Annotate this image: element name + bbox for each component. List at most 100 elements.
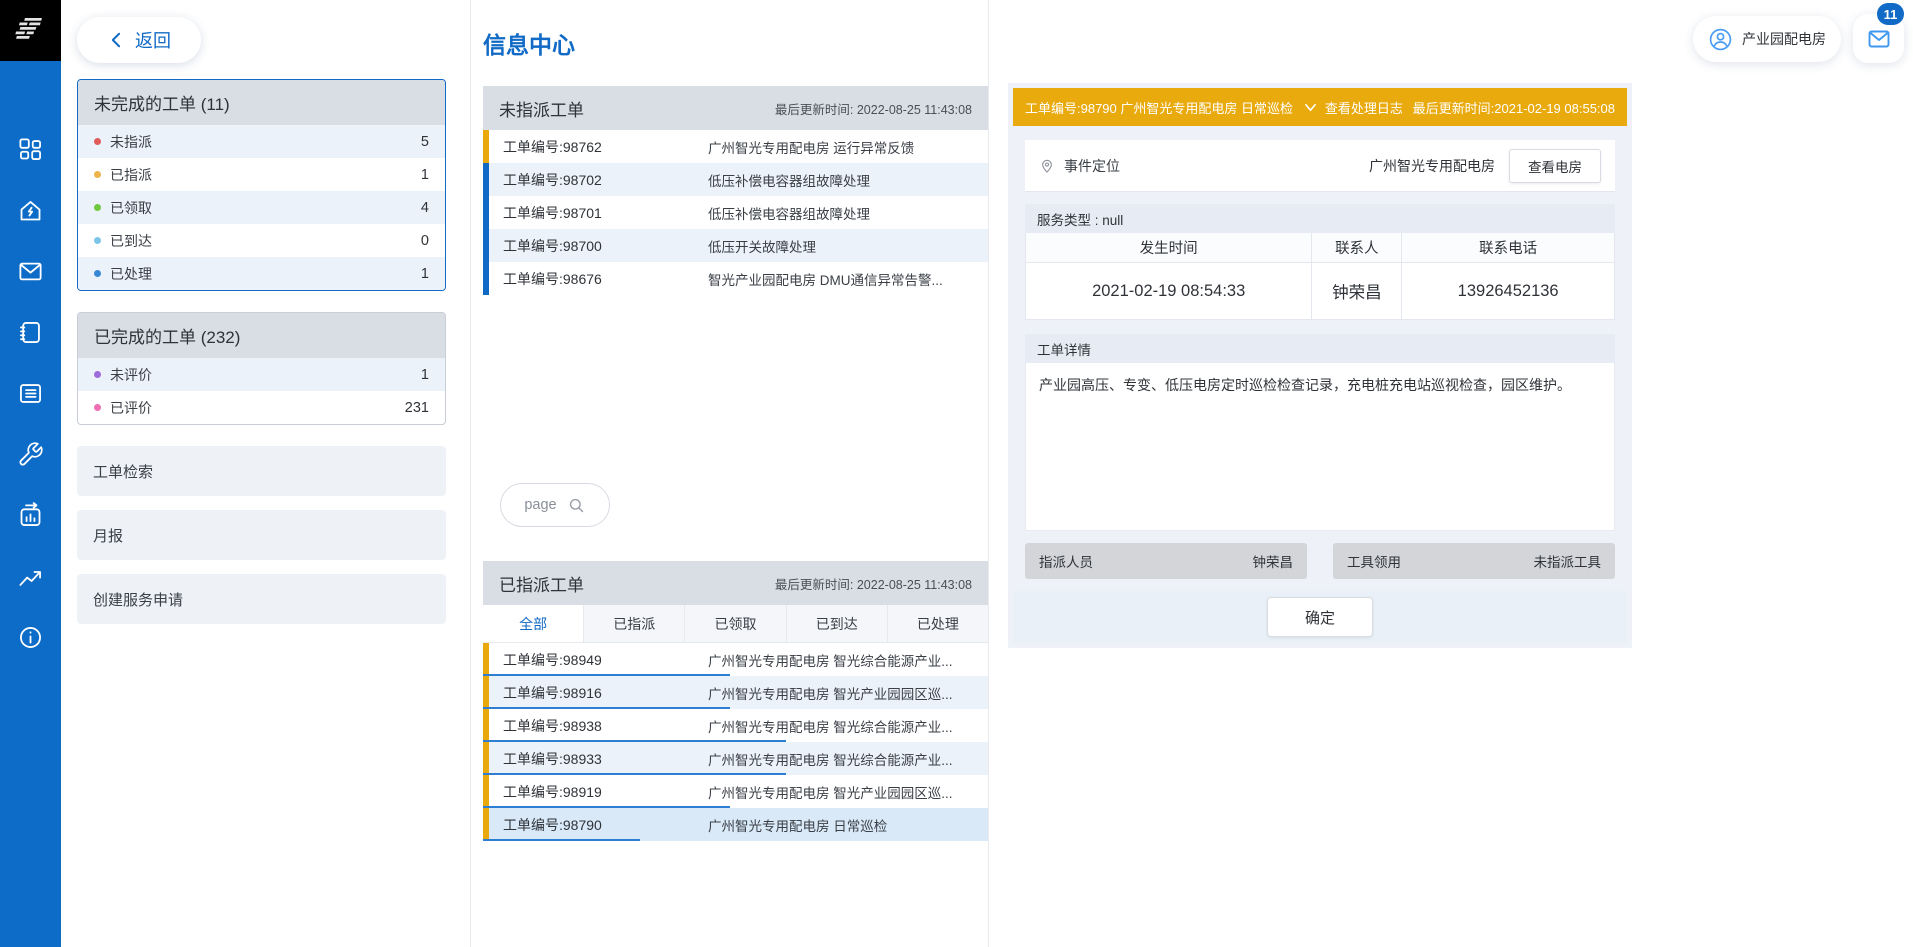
status-count: 231 [405, 400, 429, 416]
order-id: 工单编号:98916 [503, 683, 708, 703]
col-contact: 联系人 [1312, 233, 1402, 262]
notebook-icon[interactable] [0, 308, 61, 357]
order-row[interactable]: 工单编号:98933 广州智光专用配电房 智光综合能源产业... [483, 742, 988, 775]
trend-chart-icon[interactable] [0, 552, 61, 601]
status-dot [94, 371, 101, 378]
status-dot [94, 204, 101, 211]
view-room-button[interactable]: 查看电房 [1509, 149, 1601, 183]
status-row-arrived[interactable]: 已到达 0 [78, 224, 445, 257]
last-updated: 最后更新时间: 2022-08-25 11:43:08 [775, 99, 972, 118]
tab-processed[interactable]: 已处理 [888, 605, 988, 642]
confirm-button[interactable]: 确定 [1267, 597, 1373, 637]
status-color-bar [483, 643, 489, 676]
contact-table: 发生时间 联系人 联系电话 2021-02-19 08:54:33 钟荣昌 13… [1025, 233, 1615, 320]
order-id: 工单编号:98700 [503, 236, 708, 256]
current-user-chip[interactable]: 产业园配电房 [1693, 16, 1841, 62]
service-type-bar: 服务类型 : null [1025, 204, 1615, 233]
tab-all[interactable]: 全部 [483, 605, 584, 642]
status-row-claimed[interactable]: 已领取 4 [78, 191, 445, 224]
order-row[interactable]: 工单编号:98762 广州智光专用配电房 运行异常反馈 [483, 130, 988, 163]
home-icon[interactable] [0, 186, 61, 235]
back-label: 返回 [135, 27, 171, 53]
assignee-selector[interactable]: 指派人员 钟荣昌 [1025, 543, 1307, 579]
tool-selector[interactable]: 工具领用 未指派工具 [1333, 543, 1615, 579]
order-row[interactable]: 工单编号:98938 广州智光专用配电房 智光综合能源产业... [483, 709, 988, 742]
status-label: 已评价 [110, 398, 152, 418]
unassigned-order-list: 工单编号:98762 广州智光专用配电房 运行异常反馈 工单编号:98702 低… [483, 130, 988, 295]
mail-icon[interactable] [0, 247, 61, 296]
order-row[interactable]: 工单编号:98949 广州智光专用配电房 智光综合能源产业... [483, 643, 988, 676]
order-row-selected[interactable]: 工单编号:98790 广州智光专用配电房 日常巡检 [483, 808, 988, 841]
order-row[interactable]: 工单编号:98676 智光产业园配电房 DMU通信异常告警... [483, 262, 988, 295]
status-dot [94, 270, 101, 277]
tab-claimed[interactable]: 已领取 [685, 605, 786, 642]
link-monthly-report[interactable]: 月报 [77, 510, 446, 560]
status-color-bar [483, 709, 489, 742]
order-desc: 广州智光专用配电房 日常巡检 [708, 815, 988, 835]
status-row-unrated[interactable]: 未评价 1 [78, 358, 445, 391]
banner-updated: 最后更新时间:2021-02-19 08:55:08 [1413, 98, 1615, 117]
tab-arrived[interactable]: 已到达 [787, 605, 888, 642]
user-avatar-icon [1708, 27, 1733, 52]
info-center: 信息中心 未指派工单 最后更新时间: 2022-08-25 11:43:08 工… [483, 0, 989, 947]
event-location-value: 广州智光专用配电房 [1369, 156, 1495, 176]
wrench-icon[interactable] [0, 430, 61, 479]
page-title: 信息中心 [483, 26, 988, 60]
info-icon[interactable] [0, 613, 61, 662]
status-dot [94, 171, 101, 178]
assigned-orders-card: 已指派工单 最后更新时间: 2022-08-25 11:43:08 全部 已指派… [483, 561, 988, 841]
back-button[interactable]: 返回 [77, 17, 201, 63]
order-row[interactable]: 工单编号:98701 低压补偿电容器组故障处理 [483, 196, 988, 229]
status-label: 已领取 [110, 198, 152, 218]
order-id: 工单编号:98676 [503, 269, 708, 289]
link-order-search[interactable]: 工单检索 [77, 446, 446, 496]
order-row[interactable]: 工单编号:98919 广州智光专用配电房 智光产业园园区巡... [483, 775, 988, 808]
list-icon[interactable] [0, 369, 61, 418]
status-row-unassigned[interactable]: 未指派 5 [78, 125, 445, 158]
order-desc: 广州智光专用配电房 智光综合能源产业... [708, 716, 988, 736]
status-color-bar [483, 163, 489, 196]
tab-assigned[interactable]: 已指派 [584, 605, 685, 642]
status-row-rated[interactable]: 已评价 231 [78, 391, 445, 424]
contact-value: 钟荣昌 [1312, 263, 1402, 319]
order-id: 工单编号:98790 [503, 815, 708, 835]
last-updated: 最后更新时间: 2022-08-25 11:43:08 [775, 574, 972, 593]
order-details-label: 工单详情 [1025, 334, 1615, 363]
status-count: 0 [421, 233, 429, 249]
status-row-processed[interactable]: 已处理 1 [78, 257, 445, 290]
assignee-label: 指派人员 [1039, 551, 1093, 571]
status-label: 已到达 [110, 231, 152, 251]
banner-title: 工单编号:98790 广州智光专用配电房 日常巡检 [1025, 98, 1293, 117]
event-location-label: 事件定位 [1064, 156, 1120, 176]
link-create-service-request[interactable]: 创建服务申请 [77, 574, 446, 624]
order-row[interactable]: 工单编号:98700 低压开关故障处理 [483, 229, 988, 262]
order-id: 工单编号:98762 [503, 137, 708, 157]
status-dot [94, 237, 101, 244]
order-desc: 智光产业园配电房 DMU通信异常告警... [708, 269, 988, 289]
order-id: 工单编号:98701 [503, 203, 708, 223]
card-title: 已指派工单 [499, 571, 584, 596]
app-logo [0, 0, 61, 61]
order-desc: 广州智光专用配电房 智光产业园园区巡... [708, 683, 988, 703]
status-dot [94, 138, 101, 145]
view-process-log[interactable]: 查看处理日志 [1303, 98, 1403, 117]
order-row[interactable]: 工单编号:98916 广州智光专用配电房 智光产业园园区巡... [483, 676, 988, 709]
dashboard-icon[interactable] [0, 125, 61, 174]
status-count: 4 [421, 200, 429, 216]
page-search-control[interactable]: page [500, 483, 610, 527]
order-id: 工单编号:98702 [503, 170, 708, 190]
order-desc: 低压补偿电容器组故障处理 [708, 203, 988, 223]
status-row-assigned[interactable]: 已指派 1 [78, 158, 445, 191]
status-label: 已处理 [110, 264, 152, 284]
order-desc: 广州智光专用配电房 智光产业园园区巡... [708, 782, 988, 802]
col-occur-time: 发生时间 [1026, 233, 1312, 262]
order-id: 工单编号:98919 [503, 782, 708, 802]
order-desc: 低压补偿电容器组故障处理 [708, 170, 988, 190]
report-icon[interactable] [0, 491, 61, 540]
order-id: 工单编号:98933 [503, 749, 708, 769]
assignee-value: 钟荣昌 [1253, 551, 1294, 571]
order-row[interactable]: 工单编号:98702 低压补偿电容器组故障处理 [483, 163, 988, 196]
assignment-row: 指派人员 钟荣昌 工具领用 未指派工具 [1025, 543, 1615, 579]
logo-icon [11, 11, 51, 51]
event-location-row: 事件定位 广州智光专用配电房 查看电房 [1025, 140, 1615, 192]
